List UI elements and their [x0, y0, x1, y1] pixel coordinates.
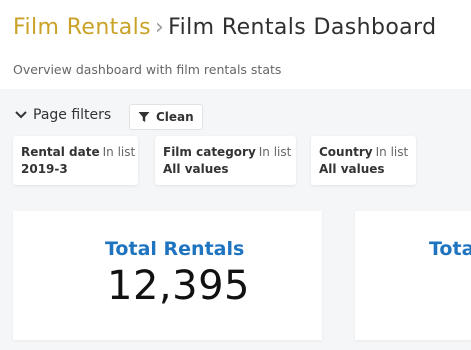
breadcrumb-parent-link[interactable]: Film Rentals — [13, 15, 151, 40]
filter-name: Country — [319, 145, 373, 159]
page-title: Film Rentals Dashboard — [168, 15, 437, 40]
filter-value: All values — [163, 162, 229, 176]
filter-value: All values — [319, 162, 385, 176]
page-header: Film Rentals › Film Rentals Dashboard Over… — [0, 0, 471, 89]
filter-operator: In list — [375, 145, 409, 159]
filter-name: Film category — [163, 145, 256, 159]
kpi-card-total-rentals: Total Rentals 12,395 — [13, 211, 322, 340]
filter-country[interactable]: Country In list All values — [311, 136, 416, 185]
chevron-down-icon — [15, 111, 27, 119]
filter-operator: In list — [102, 145, 136, 159]
filter-name: Rental date — [21, 145, 100, 159]
filter-value: 2019-3 — [21, 162, 68, 176]
breadcrumb: Film Rentals › Film Rentals Dashboard — [13, 13, 436, 43]
kpi-title: Total Rentals — [105, 238, 245, 260]
filter-icon — [138, 112, 150, 122]
kpi-value: 12,395 — [107, 263, 250, 309]
filter-rental-date[interactable]: Rental date In list 2019-3 — [13, 136, 138, 185]
breadcrumb-separator: › — [154, 15, 165, 40]
page-filters-toggle[interactable]: Page filters — [13, 107, 111, 123]
kpi-title: Tota — [429, 238, 471, 260]
page-subtitle: Overview dashboard with film rentals sta… — [13, 62, 282, 77]
clean-filters-button[interactable]: Clean — [129, 104, 203, 130]
filter-operator: In list — [258, 145, 292, 159]
page-filters-label: Page filters — [33, 107, 112, 123]
clean-button-label: Clean — [156, 110, 194, 124]
filter-film-category[interactable]: Film category In list All values — [155, 136, 296, 185]
kpi-card-second: Tota — [355, 211, 471, 340]
